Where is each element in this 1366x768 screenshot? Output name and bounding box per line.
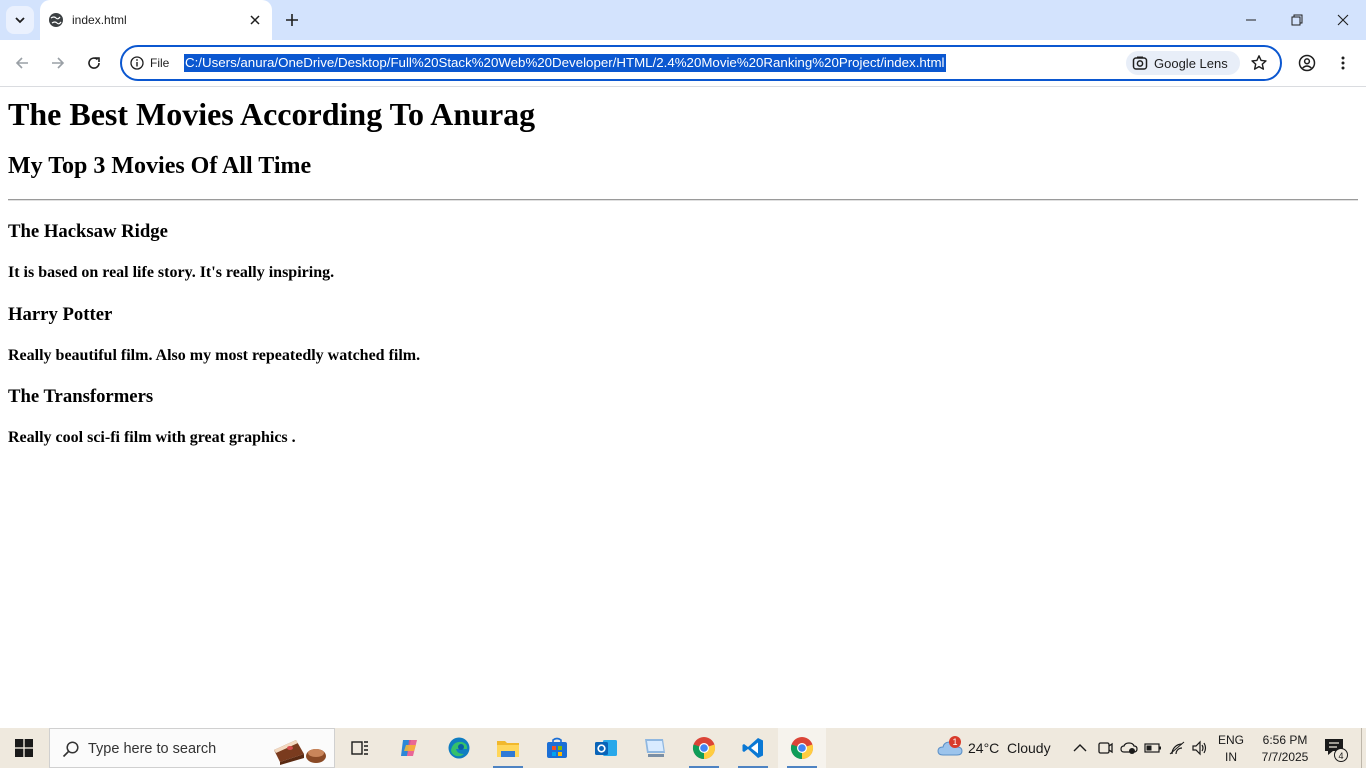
file-explorer-button[interactable] (484, 728, 532, 768)
forward-button[interactable] (44, 49, 72, 77)
page-title: The Best Movies According To Anurag (8, 96, 536, 132)
language-code: ENG (1217, 733, 1244, 747)
url-text[interactable]: C:/Users/anura/OneDrive/Desktop/Full%20S… (184, 54, 946, 72)
movie-review: Really beautiful film. Also my most repe… (8, 347, 421, 364)
onedrive-tray-icon[interactable] (1120, 739, 1138, 757)
arrow-right-icon (52, 57, 65, 69)
notification-center-button[interactable]: 4 (1320, 734, 1350, 762)
store-icon (547, 737, 567, 758)
show-desktop-button[interactable] (1361, 728, 1366, 768)
clock-time: 6:56 PM (1262, 733, 1308, 747)
remote-desktop-icon (645, 739, 665, 757)
tray-app-icon[interactable] (1096, 739, 1114, 757)
chevron-down-icon (15, 17, 25, 24)
minimize-icon (1246, 19, 1256, 21)
lens-icon (1132, 56, 1148, 70)
browser-tab[interactable]: index.html (40, 0, 272, 40)
task-view-button[interactable] (336, 728, 384, 768)
volume-tray-icon[interactable] (1191, 739, 1209, 757)
info-icon (130, 56, 144, 70)
weather-condition: Cloudy (1007, 740, 1051, 756)
windows-logo-icon (15, 739, 33, 757)
kebab-menu-icon (1341, 56, 1345, 70)
chrome-icon (692, 737, 716, 760)
profile-icon (1298, 54, 1316, 72)
taskbar-search-box[interactable]: Type here to search (49, 728, 335, 768)
vscode-icon (742, 738, 763, 758)
divider (8, 199, 1358, 201)
task-view-icon (351, 741, 368, 755)
battery-tray-icon[interactable] (1144, 739, 1162, 757)
show-hidden-icons-button[interactable] (1071, 739, 1089, 757)
restore-icon (1291, 14, 1303, 26)
taskbar: Type here to search 1 24°C Cloudy ENG IN… (0, 728, 1366, 768)
wifi-icon (1169, 741, 1185, 755)
language-region: IN (1225, 750, 1237, 764)
movie-review: It is based on real life story. It's rea… (8, 264, 335, 281)
chrome-button[interactable] (778, 728, 826, 768)
close-icon (1337, 14, 1349, 26)
reload-icon (88, 57, 100, 69)
cloud-sync-icon (1120, 742, 1138, 754)
address-bar[interactable]: File C:/Users/anura/OneDrive/Desktop/Ful… (120, 45, 1282, 81)
tab-title: index.html (72, 13, 127, 27)
microsoft-store-button[interactable] (533, 728, 581, 768)
copilot-icon (401, 740, 417, 756)
page-content: The Best Movies According To Anurag My T… (0, 87, 1366, 728)
chrome-icon (790, 737, 814, 760)
back-button[interactable] (8, 49, 36, 77)
menu-button[interactable] (1329, 49, 1357, 77)
vscode-button[interactable] (729, 728, 777, 768)
edge-icon (448, 737, 470, 759)
search-icon (62, 741, 79, 758)
scheme-label: File (150, 56, 170, 70)
arrow-left-icon (15, 57, 28, 69)
input-language-indicator[interactable]: ENG IN (1214, 732, 1248, 764)
speaker-icon (1192, 740, 1207, 756)
chrome-button[interactable] (680, 728, 728, 768)
start-button[interactable] (0, 728, 48, 768)
minimize-button[interactable] (1228, 0, 1274, 40)
chevron-up-icon (1073, 744, 1087, 752)
page-subtitle: My Top 3 Movies Of All Time (8, 153, 312, 179)
outlook-button[interactable] (582, 728, 630, 768)
plus-icon (286, 14, 298, 26)
weather-temperature: 24°C (968, 740, 1000, 756)
google-lens-button[interactable]: Google Lens (1126, 51, 1240, 75)
movie-title: The Transformers (8, 386, 154, 407)
new-tab-button[interactable] (281, 9, 303, 31)
network-tray-icon[interactable] (1168, 739, 1186, 757)
cake-illustration-icon (274, 740, 326, 765)
tab-close-button[interactable] (246, 11, 264, 29)
movie-review: Really cool sci-fi film with great graph… (8, 429, 296, 446)
battery-icon (1144, 743, 1161, 753)
bookmark-star-icon[interactable] (1250, 54, 1268, 72)
meet-now-icon (1098, 742, 1113, 754)
folder-icon (497, 741, 519, 757)
restore-button[interactable] (1274, 0, 1320, 40)
close-icon (250, 15, 260, 25)
site-info-button[interactable]: File (130, 54, 169, 72)
close-window-button[interactable] (1320, 0, 1366, 40)
notification-count-badge: 4 (1334, 748, 1348, 762)
profile-button[interactable] (1293, 49, 1321, 77)
search-placeholder: Type here to search (88, 741, 217, 757)
copilot-button[interactable] (386, 728, 434, 768)
edge-button[interactable] (435, 728, 483, 768)
lens-label: Google Lens (1154, 55, 1228, 71)
browser-toolbar: File C:/Users/anura/OneDrive/Desktop/Ful… (0, 40, 1366, 87)
movie-title: Harry Potter (8, 304, 113, 325)
movie-title: The Hacksaw Ridge (8, 221, 168, 242)
tab-search-button[interactable] (6, 6, 34, 34)
clock[interactable]: 6:56 PM 7/7/2025 (1254, 732, 1316, 764)
remote-desktop-button[interactable] (631, 728, 679, 768)
outlook-icon (595, 740, 617, 756)
clock-date: 7/7/2025 (1261, 750, 1309, 764)
tab-strip: index.html (0, 0, 1366, 40)
weather-alert-badge: 1 (949, 736, 961, 748)
reload-button[interactable] (80, 49, 108, 77)
weather-widget[interactable]: 1 24°C Cloudy (934, 728, 1060, 768)
globe-icon (49, 13, 63, 27)
